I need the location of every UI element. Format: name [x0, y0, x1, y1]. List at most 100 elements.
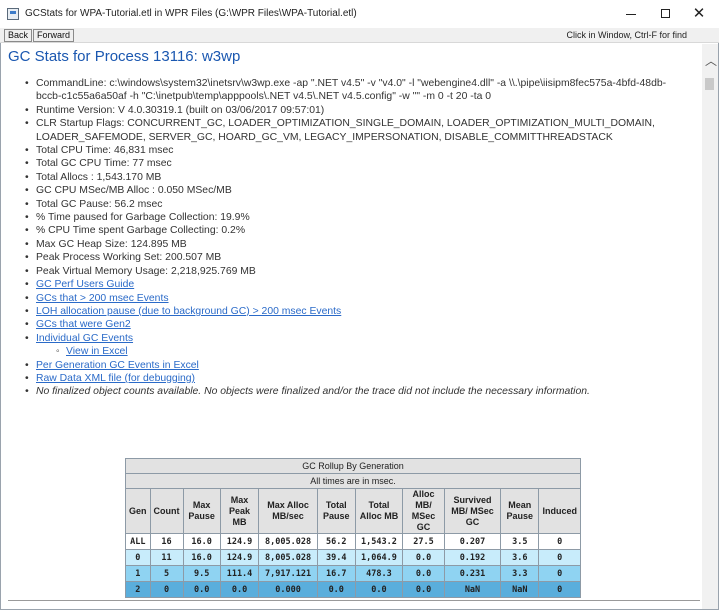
- list-item: Total Allocs : 1,543.170 MB: [25, 171, 689, 185]
- gc-rollup-table: GC Rollup By Generation All times are in…: [125, 458, 581, 598]
- table-cell: 16.0: [182, 549, 221, 566]
- content-area: GC Stats for Process 13116: w3wp Command…: [0, 44, 702, 610]
- column-header: Gen: [125, 488, 151, 534]
- link-item: Individual GC Events View in Excel: [25, 332, 689, 359]
- table-cell: 0.0: [354, 581, 404, 598]
- table-cell: 3.6: [500, 549, 540, 566]
- table-cell: 16: [149, 533, 184, 550]
- table-cell: 1,543.2: [354, 533, 404, 550]
- sub-link-item: View in Excel: [56, 345, 689, 359]
- table-cell: 0.231: [443, 565, 502, 582]
- link-item: Raw Data XML file (for debugging): [25, 372, 689, 386]
- finalized-note: No finalized object counts available. No…: [25, 385, 689, 399]
- loh-allocation-pause-link[interactable]: LOH allocation pause (due to background …: [36, 306, 341, 317]
- maximize-icon: [660, 9, 670, 18]
- link-item: GCs that > 200 msec Events: [25, 292, 689, 306]
- toolbar: Back Forward Click in Window, Ctrl-F for…: [0, 28, 719, 43]
- column-header: Count: [149, 488, 184, 534]
- list-item: Total GC CPU Time: 77 msec: [25, 157, 689, 171]
- table-cell: 39.4: [316, 549, 356, 566]
- table-cell: 0: [538, 581, 581, 598]
- list-item: GC CPU MSec/MB Alloc : 0.050 MSec/MB: [25, 184, 689, 198]
- table-cell: 27.5: [402, 533, 445, 550]
- table-cell: 0.207: [443, 533, 502, 550]
- table-cell: 16.0: [182, 533, 221, 550]
- individual-gc-events-link[interactable]: Individual GC Events: [36, 333, 133, 344]
- list-item: Max GC Heap Size: 124.895 MB: [25, 238, 689, 252]
- table-cell: 0.0: [402, 565, 445, 582]
- column-header: Total Pause: [316, 488, 356, 534]
- divider: [8, 600, 700, 601]
- minimize-button[interactable]: [620, 4, 642, 24]
- table-cell: 124.9: [219, 533, 260, 550]
- table-row: 1 5 9.5 111.4 7,917.121 16.7 478.3 0.0 0…: [125, 565, 581, 582]
- list-item: % Time paused for Garbage Collection: 19…: [25, 211, 689, 225]
- table-cell: NaN: [500, 581, 540, 598]
- info-list: CommandLine: c:\windows\system32\inetsrv…: [24, 77, 689, 399]
- list-item: % CPU Time spent Garbage Collecting: 0.2…: [25, 224, 689, 238]
- table-cell: 16.7: [316, 565, 356, 582]
- title-bar: GCStats for WPA-Tutorial.etl in WPR File…: [0, 0, 719, 28]
- table-subcaption: All times are in msec.: [125, 473, 581, 489]
- link-item: Per Generation GC Events in Excel: [25, 359, 689, 373]
- table-cell: 9.5: [182, 565, 221, 582]
- maximize-button[interactable]: [654, 4, 676, 24]
- table-row: 2 0 0.0 0.0 0.000 0.0 0.0 0.0 NaN NaN 0: [125, 581, 581, 598]
- raw-xml-link[interactable]: Raw Data XML file (for debugging): [36, 373, 195, 384]
- table-cell: ALL: [125, 533, 151, 550]
- close-button[interactable]: ✕: [688, 4, 710, 24]
- forward-button[interactable]: Forward: [33, 29, 75, 42]
- table-cell: 0: [538, 533, 581, 550]
- list-item: Runtime Version: V 4.0.30319.1 (built on…: [25, 104, 689, 118]
- table-cell: 0: [125, 549, 151, 566]
- table-row: 0 11 16.0 124.9 8,005.028 39.4 1,064.9 0…: [125, 549, 581, 566]
- table-cell: NaN: [443, 581, 502, 598]
- column-header: Total Alloc MB: [354, 488, 404, 534]
- link-item: GC Perf Users Guide: [25, 278, 689, 292]
- table-cell: 56.2: [316, 533, 356, 550]
- table-cell: 0.0: [316, 581, 356, 598]
- column-header: Max Pause: [182, 488, 221, 534]
- table-cell: 0: [149, 581, 184, 598]
- gc-perf-guide-link[interactable]: GC Perf Users Guide: [36, 279, 134, 290]
- column-header: Alloc MB/ MSec GC: [402, 488, 445, 534]
- back-button[interactable]: Back: [4, 29, 33, 42]
- table-cell: 7,917.121: [258, 565, 318, 582]
- scroll-up-icon[interactable]: ︿: [705, 52, 717, 69]
- column-header: Max Alloc MB/sec: [258, 488, 318, 534]
- table-cell: 111.4: [219, 565, 260, 582]
- find-hint: Click in Window, Ctrl-F for find: [566, 30, 687, 40]
- table-cell: 0.0: [219, 581, 260, 598]
- view-in-excel-link[interactable]: View in Excel: [66, 346, 128, 357]
- table-cell: 0.0: [182, 581, 221, 598]
- table-cell: 1: [125, 565, 151, 582]
- column-header: Survived MB/ MSec GC: [443, 488, 502, 534]
- table-cell: 8,005.028: [258, 533, 318, 550]
- sub-list: View in Excel: [36, 345, 689, 359]
- table-cell: 3.5: [500, 533, 540, 550]
- table-cell: 478.3: [354, 565, 404, 582]
- link-item: LOH allocation pause (due to background …: [25, 305, 689, 319]
- list-item: Total GC Pause: 56.2 msec: [25, 198, 689, 212]
- table-cell: 8,005.028: [258, 549, 318, 566]
- table-cell: 0.0: [402, 581, 445, 598]
- table-cell: 3.3: [500, 565, 540, 582]
- table-row: ALL 16 16.0 124.9 8,005.028 56.2 1,543.2…: [125, 533, 581, 550]
- scroll-thumb[interactable]: [705, 78, 714, 90]
- list-item: Peak Virtual Memory Usage: 2,218,925.769…: [25, 265, 689, 279]
- vertical-scrollbar[interactable]: ︿: [702, 44, 718, 609]
- minimize-icon: [626, 14, 636, 16]
- list-item: Total CPU Time: 46,831 msec: [25, 144, 689, 158]
- per-generation-excel-link[interactable]: Per Generation GC Events in Excel: [36, 360, 199, 371]
- gcs-over-200-link[interactable]: GCs that > 200 msec Events: [36, 293, 169, 304]
- column-header: Induced: [538, 488, 581, 534]
- table-cell: 0.0: [402, 549, 445, 566]
- table-header-row: Gen Count Max Pause Max Peak MB Max Allo…: [125, 488, 581, 534]
- table-caption: GC Rollup By Generation: [125, 458, 581, 474]
- table-cell: 11: [149, 549, 184, 566]
- column-header: Max Peak MB: [219, 488, 260, 534]
- list-item: CLR Startup Flags: CONCURRENT_GC, LOADER…: [25, 117, 689, 144]
- gen2-gcs-link[interactable]: GCs that were Gen2: [36, 319, 131, 330]
- page-title: GC Stats for Process 13116: w3wp: [8, 48, 241, 65]
- link-item: GCs that were Gen2: [25, 318, 689, 332]
